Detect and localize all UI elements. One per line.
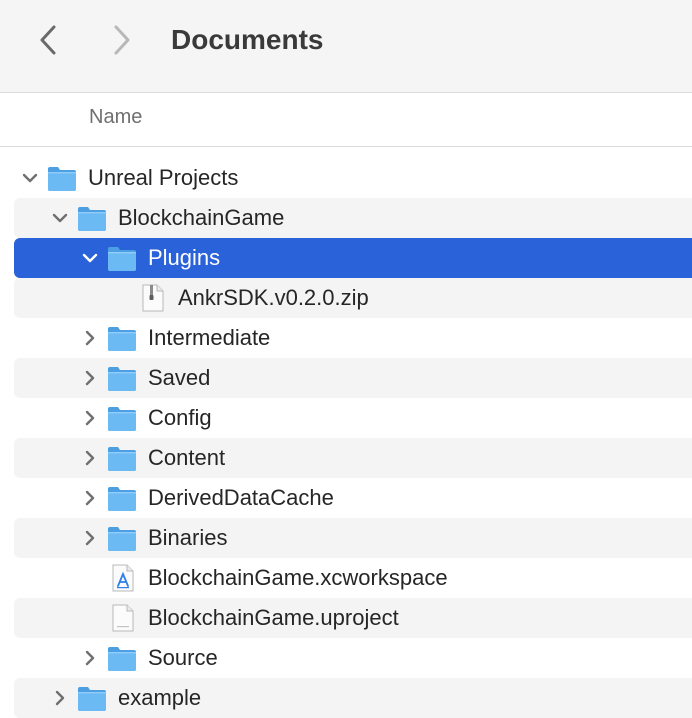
disclosure-collapsed-icon[interactable]: [80, 448, 100, 468]
item-label: Unreal Projects: [88, 165, 239, 190]
item-label: Binaries: [148, 525, 228, 550]
folder-icon: [106, 643, 138, 673]
disclosure-collapsed-icon[interactable]: [80, 648, 100, 668]
list-item[interactable]: Intermediate: [0, 318, 692, 358]
item-label: BlockchainGame.xcworkspace: [148, 565, 448, 590]
chevron-left-icon: [40, 25, 56, 55]
list-item[interactable]: BlockchainGame: [0, 198, 692, 238]
list-item[interactable]: Unreal Projects: [0, 158, 692, 198]
folder-icon: [106, 443, 138, 473]
chevron-right-icon: [114, 25, 130, 55]
disclosure-collapsed-icon[interactable]: [50, 688, 70, 708]
list-item[interactable]: BlockchainGame.xcworkspace: [0, 558, 692, 598]
forward-button[interactable]: [104, 22, 140, 58]
list-item[interactable]: Source: [0, 638, 692, 678]
item-label: AnkrSDK.v0.2.0.zip: [178, 285, 369, 310]
folder-icon: [106, 523, 138, 553]
list-item[interactable]: AnkrSDK.v0.2.0.zip: [0, 278, 692, 318]
item-label: DerivedDataCache: [148, 485, 334, 510]
file-list: Unreal Projects BlockchainGame Plugins Ankr…: [0, 158, 692, 718]
disclosure-collapsed-icon[interactable]: [80, 488, 100, 508]
document-icon: [106, 603, 138, 633]
disclosure-collapsed-icon[interactable]: [80, 328, 100, 348]
folder-icon: [106, 403, 138, 433]
list-item[interactable]: Content: [0, 438, 692, 478]
list-item[interactable]: Binaries: [0, 518, 692, 558]
disclosure-collapsed-icon[interactable]: [80, 368, 100, 388]
column-header: Name: [0, 93, 692, 147]
list-item[interactable]: example: [0, 678, 692, 718]
disclosure-collapsed-icon[interactable]: [80, 408, 100, 428]
folder-icon: [106, 363, 138, 393]
folder-icon: [106, 243, 138, 273]
list-item[interactable]: Config: [0, 398, 692, 438]
zip-file-icon: [136, 283, 168, 313]
item-label: BlockchainGame: [118, 205, 285, 230]
item-label: Intermediate: [148, 325, 271, 350]
folder-icon: [76, 203, 108, 233]
row-background: [14, 198, 692, 238]
list-item-selected[interactable]: Plugins: [0, 238, 692, 278]
folder-icon: [46, 163, 78, 193]
item-label: Plugins: [148, 245, 221, 270]
toolbar: Documents: [0, 0, 692, 93]
item-label: BlockchainGame.uproject: [148, 605, 399, 630]
item-label: Source: [148, 645, 218, 670]
item-label: Content: [148, 445, 226, 470]
folder-icon: [106, 323, 138, 353]
list-item[interactable]: DerivedDataCache: [0, 478, 692, 518]
row-background: [14, 678, 692, 718]
folder-icon: [106, 483, 138, 513]
disclosure-expanded-icon[interactable]: [50, 208, 70, 228]
disclosure-expanded-icon[interactable]: [80, 248, 100, 268]
list-item[interactable]: Saved: [0, 358, 692, 398]
disclosure-collapsed-icon[interactable]: [80, 528, 100, 548]
window-title: Documents: [171, 24, 324, 55]
item-label: Config: [148, 405, 212, 430]
xcode-workspace-icon: [106, 563, 138, 593]
item-label: example: [118, 685, 202, 710]
list-item[interactable]: BlockchainGame.uproject: [0, 598, 692, 638]
back-button[interactable]: [30, 22, 66, 58]
folder-icon: [76, 683, 108, 713]
item-label: Saved: [148, 365, 211, 390]
name-column-header[interactable]: Name: [89, 106, 142, 129]
disclosure-expanded-icon[interactable]: [20, 168, 40, 188]
